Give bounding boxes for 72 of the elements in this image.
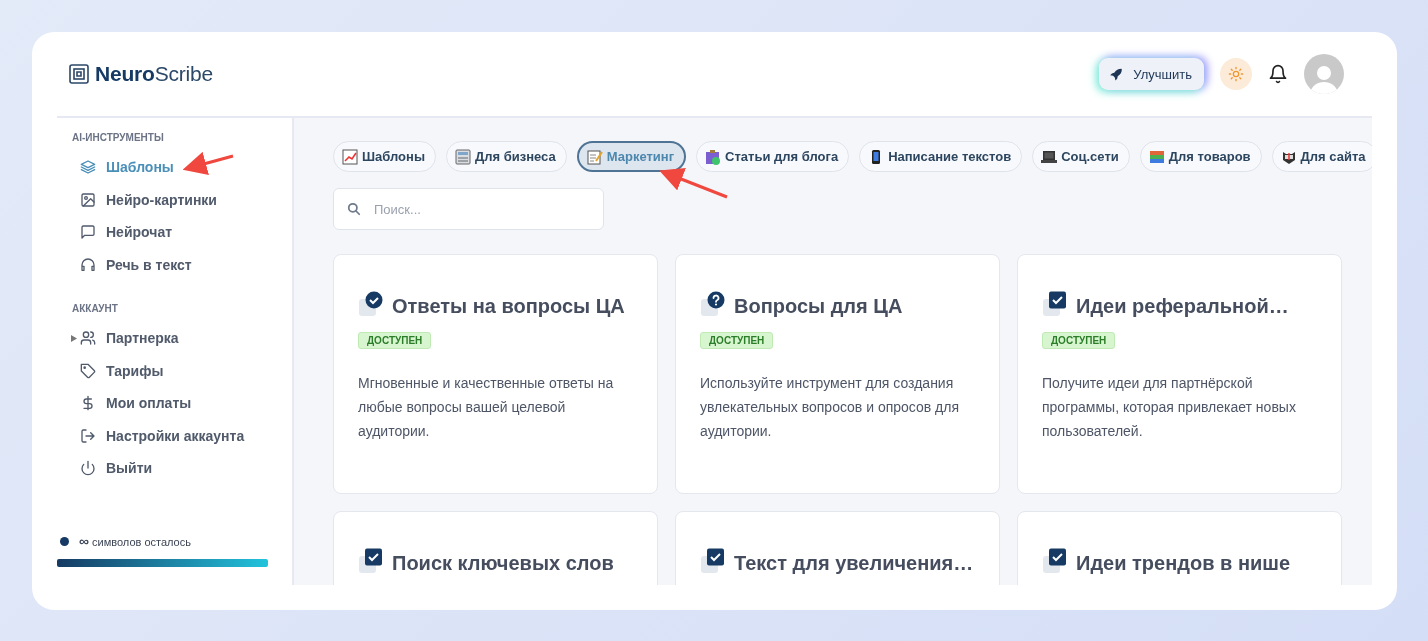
template-card[interactable]: Текст для увеличения… [675,511,1000,585]
section-title: AI-ИНСТРУМЕНТЫ [71,132,165,143]
sidebar-item[interactable]: Партнерка [57,322,268,355]
checkbox-icon [1042,290,1068,317]
annotation-arrow [659,168,728,199]
laptop-icon [1041,148,1058,165]
search-field[interactable]: Поиск... [333,188,604,230]
question-circle-icon [700,290,726,317]
power-icon [80,460,96,477]
status-badge: ДОСТУПЕН [358,332,432,349]
card-title: Идеи трендов в нише [1076,551,1291,575]
sidebar-item[interactable]: Шаблоны [57,151,268,184]
template-card[interactable]: Вопросы для ЦА ДОСТУПЕН Используйте инструмент для создания увлекательных вопросов и опросов для аудитории. [675,254,1000,494]
template-card[interactable]: Идеи трендов в нише [1017,511,1342,585]
card-title: Ответы на вопросы ЦА [392,294,625,318]
rocket-icon [1109,67,1124,81]
template-card[interactable]: Ответы на вопросы ЦА ДОСТУПЕН Мгновенные и качественные ответы на любые вопросы вашей целевой аудитории. [333,254,658,494]
upgrade-button[interactable]: Улучшить [1099,58,1204,90]
brand-name: NeuroScribe [95,62,213,86]
chart-icon [342,148,358,165]
memo-icon [586,148,603,165]
category-chip[interactable]: Шаблоны [333,141,436,172]
headphones-icon [80,256,96,273]
chat-icon [80,224,96,241]
tag-icon [80,362,96,379]
category-chip[interactable]: Для бизнеса [446,141,567,172]
status-badge: ДОСТУПЕН [700,332,774,349]
section-title: АККАУНТ [71,303,119,314]
users-icon [80,330,96,347]
status-dot [60,536,69,546]
newspaper-icon [455,148,471,165]
books-icon [1148,148,1165,165]
checkbox-icon [358,547,384,574]
template-card[interactable]: Идеи реферальной… ДОСТУПЕН Получите идеи для партнёрской программы, которая привлекает новых пользователей. [1017,254,1342,494]
card-title: Поиск ключевых слов [392,551,614,575]
sun-icon [1228,66,1244,82]
checkbox-icon [1042,547,1068,574]
quota-text: ∞ символов осталось [79,533,191,549]
status-badge: ДОСТУПЕН [1042,332,1116,349]
image-icon [80,191,96,208]
search-icon [347,202,361,216]
notifications-button[interactable] [1268,64,1288,84]
sidebar-item[interactable]: Настройки аккаунта [57,419,268,452]
category-chip[interactable]: Соц.сети [1032,141,1130,172]
sidebar-item[interactable]: Выйти [57,452,268,485]
annotation-arrow [182,151,234,175]
card-title: Вопросы для ЦА [734,294,903,318]
clipboard-icon [705,148,722,165]
sidebar-item[interactable]: Мои оплаты [57,387,268,420]
category-chip[interactable]: Написание текстов [859,141,1023,172]
check-circle-icon [358,290,384,317]
sidebar-item[interactable]: Речь в текст [57,248,268,281]
card-description: Получите идеи для партнёрской программы, которая привлекает новых пользователей. [1042,374,1297,441]
theme-toggle-button[interactable] [1220,58,1252,90]
template-card[interactable]: Поиск ключевых слов [333,511,658,585]
layers-icon [80,159,96,176]
category-chip[interactable]: Статьи для блога [696,141,850,172]
card-description: Мгновенные и качественные ответы на любые вопросы вашей целевой аудитории. [358,374,615,441]
bell-icon [1268,64,1288,84]
logo-icon [69,64,89,84]
sidebar-item[interactable]: Тарифы [57,354,268,387]
card-title: Идеи реферальной… [1076,294,1289,318]
sidebar-item[interactable]: Нейрочат [57,216,268,249]
avatar[interactable] [1304,54,1344,94]
category-chip[interactable]: Для товаров [1139,141,1262,172]
logout-icon [80,427,96,444]
checkbox-icon [700,547,726,574]
card-description: Используйте инструмент для создания увлекательных вопросов и опросов для аудитории. [700,374,961,441]
dollar-icon [80,395,96,412]
card-title: Текст для увеличения… [734,551,974,575]
category-chip[interactable]: Для сайта [1271,141,1372,172]
sidebar-item[interactable]: Нейро-картинки [57,183,268,216]
